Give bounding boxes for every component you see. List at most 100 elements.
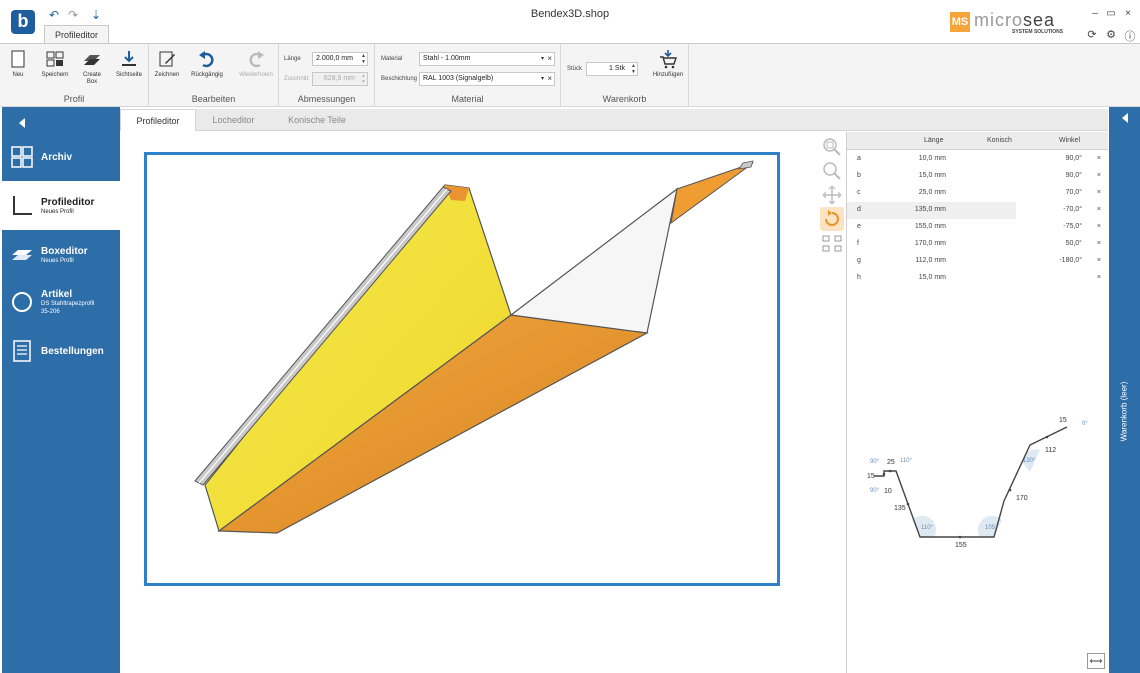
undo-icon	[199, 51, 214, 68]
stueck-input[interactable]: 1 Stk ▲ ▼	[586, 62, 638, 76]
create-box-button[interactable]: Create Box	[74, 49, 110, 86]
hinzufuegen-button[interactable]: Hinzufügen	[648, 49, 688, 79]
chevron-left-icon	[19, 118, 25, 128]
table-row[interactable]: g 112,0 mm -180,0° ×	[847, 253, 1108, 270]
svg-text:15: 15	[867, 473, 875, 480]
delete-row-icon[interactable]: ×	[1097, 155, 1101, 162]
table-row-selected[interactable]: d 135,0 mm -70,0° ×	[847, 202, 1108, 219]
create-box-icon	[84, 55, 100, 65]
sichtseite-button[interactable]: Sichtseite	[111, 49, 147, 79]
svg-text:110°: 110°	[921, 525, 934, 531]
svg-text:10: 10	[884, 488, 892, 495]
zoom-fit-icon[interactable]	[822, 137, 842, 157]
table-row[interactable]: b 15,0 mm 90,0° ×	[847, 168, 1108, 185]
sidebar-item-boxeditor[interactable]: Boxeditor Neues Profil	[2, 230, 120, 279]
title-bar: b ↶ ↷ ⇣ Bendex3D.shop MS microsea SYSTEM…	[0, 0, 1140, 44]
pencil-draw-icon	[159, 51, 175, 67]
beschichtung-clear-icon[interactable]: ×	[547, 74, 552, 83]
svg-text:0°: 0°	[1082, 421, 1088, 427]
stueck-spinner-icon[interactable]: ▲ ▼	[631, 63, 636, 75]
tab-profileditor[interactable]: Profileditor	[120, 109, 196, 131]
table-row[interactable]: f 170,0 mm 50,0° ×	[847, 236, 1108, 253]
neu-button[interactable]: Neu	[0, 49, 36, 79]
pan-move-icon[interactable]	[822, 185, 842, 205]
delete-row-icon[interactable]: ×	[1097, 206, 1101, 213]
profile-angle-icon	[13, 196, 32, 215]
svg-text:112: 112	[1045, 447, 1056, 454]
sidebar-item-bestellungen[interactable]: Bestellungen	[2, 334, 120, 383]
circle-icon	[12, 292, 32, 312]
material-dropdown-icon[interactable]: ▾	[541, 55, 544, 62]
view-cube-icons[interactable]	[822, 235, 842, 253]
svg-text:130°: 130°	[1023, 458, 1036, 464]
delete-row-icon[interactable]: ×	[1097, 223, 1101, 230]
archive-grid-icon	[11, 146, 33, 168]
table-row[interactable]: h 15,0 mm ×	[847, 270, 1108, 287]
ribbon-group-profil: Neu Speichern Create Box Sichtseite Profi…	[0, 44, 149, 106]
close-button[interactable]: ×	[1122, 8, 1134, 19]
laenge-input[interactable]: 2.000,0 mm ▲ ▼	[312, 52, 368, 66]
profile-2d-sketch: 15 25 10 135 155 170 112 15 90° 110° 90°…	[867, 417, 1088, 549]
tab-konische-teile[interactable]: Konische Teile	[271, 109, 363, 131]
delete-row-icon[interactable]: ×	[1097, 172, 1101, 179]
material-clear-icon[interactable]: ×	[547, 54, 552, 63]
minimize-button[interactable]: –	[1089, 8, 1101, 19]
redo-icon	[249, 51, 264, 68]
beschichtung-select[interactable]: RAL 1003 (Signalgelb) ▾ ×	[419, 72, 555, 86]
new-document-icon	[11, 50, 25, 68]
rotate-tool-active[interactable]	[820, 207, 844, 231]
table-header: Länge Konisch Winkel	[847, 132, 1108, 150]
delete-row-icon[interactable]: ×	[1097, 257, 1101, 264]
svg-text:25: 25	[887, 459, 895, 466]
svg-text:170: 170	[1016, 495, 1028, 502]
svg-text:15: 15	[1059, 417, 1067, 424]
table-row[interactable]: a 10,0 mm 90,0° ×	[847, 151, 1108, 168]
3d-viewer[interactable]	[144, 152, 780, 586]
sidebar-item-archiv[interactable]: Archiv	[2, 132, 120, 181]
info-icon[interactable]: ⓘ	[1124, 28, 1136, 44]
svg-text:155: 155	[955, 542, 967, 549]
chevron-left-icon	[1122, 113, 1128, 123]
delete-row-icon[interactable]: ×	[1097, 240, 1101, 247]
warenkorb-label: Warenkorb (leer)	[1119, 381, 1129, 442]
delete-row-icon[interactable]: ×	[1097, 189, 1101, 196]
sidebar-item-artikel[interactable]: Artikel DS Stahltrapezprofil 35-206	[2, 279, 120, 334]
speichern-button[interactable]: Speichern	[37, 49, 73, 79]
left-sidebar: Archiv Profileditor Neues Profil Boxedit…	[2, 107, 120, 673]
add-to-cart-icon	[660, 50, 677, 69]
zuschnitt-input: 628,9 mm ▲ ▼	[312, 72, 368, 86]
ribbon-tab-profileditor[interactable]: Profileditor	[44, 25, 109, 44]
svg-text:90°: 90°	[870, 488, 880, 494]
material-select[interactable]: Stahl - 1.00mm ▾ ×	[419, 52, 555, 66]
svg-text:110°: 110°	[900, 458, 913, 464]
ribbon-group-abmessungen: Länge 2.000,0 mm ▲ ▼ Zuschnitt 628,9 mm ▲ ▼ …	[279, 44, 375, 106]
ribbon-group-material: Material Stahl - 1.00mm ▾ × Beschichtung R…	[375, 44, 561, 106]
tab-locheditor[interactable]: Locheditor	[196, 109, 271, 131]
refresh-icon[interactable]: ⟳	[1086, 28, 1098, 41]
table-row[interactable]: c 25,0 mm 70,0° ×	[847, 185, 1108, 202]
document-list-icon	[13, 340, 31, 362]
delete-row-icon[interactable]: ×	[1097, 274, 1101, 281]
restore-button[interactable]: ▭	[1105, 8, 1117, 19]
ribbon-group-bearbeiten: Zeichnen Rückgängig Wiederholen Bearbeit…	[149, 44, 279, 106]
rotate-icon	[825, 210, 839, 226]
table-row[interactable]: e 155,0 mm -75,0° ×	[847, 219, 1108, 236]
content-tabs: Profileditor Locheditor Konische Teile	[120, 109, 1108, 131]
zoom-icon[interactable]	[822, 161, 842, 181]
wiederholen-button[interactable]: Wiederholen	[236, 49, 276, 79]
download-arrow-icon	[122, 51, 136, 66]
ribbon-group-warenkorb: Stück 1 Stk ▲ ▼ Hinzufügen Warenkorb	[561, 44, 689, 106]
laenge-spinner-icon[interactable]: ▲ ▼	[361, 53, 366, 65]
rueckgaengig-button[interactable]: Rückgängig	[189, 49, 225, 79]
svg-text:90°: 90°	[870, 459, 880, 465]
warenkorb-side-panel[interactable]: Warenkorb (leer)	[1109, 107, 1140, 673]
expand-horizontal-icon[interactable]: ⟷	[1087, 653, 1105, 669]
ribbon: Neu Speichern Create Box Sichtseite Profi…	[0, 43, 1140, 107]
box-editor-icon	[12, 250, 32, 260]
svg-text:105°: 105°	[985, 525, 998, 531]
settings-gear-icon[interactable]: ⚙	[1105, 28, 1117, 41]
beschichtung-dropdown-icon[interactable]: ▾	[541, 75, 544, 82]
zeichnen-button[interactable]: Zeichnen	[149, 49, 185, 79]
sidebar-item-profileditor[interactable]: Profileditor Neues Profil	[2, 181, 120, 230]
svg-text:135: 135	[894, 505, 906, 512]
